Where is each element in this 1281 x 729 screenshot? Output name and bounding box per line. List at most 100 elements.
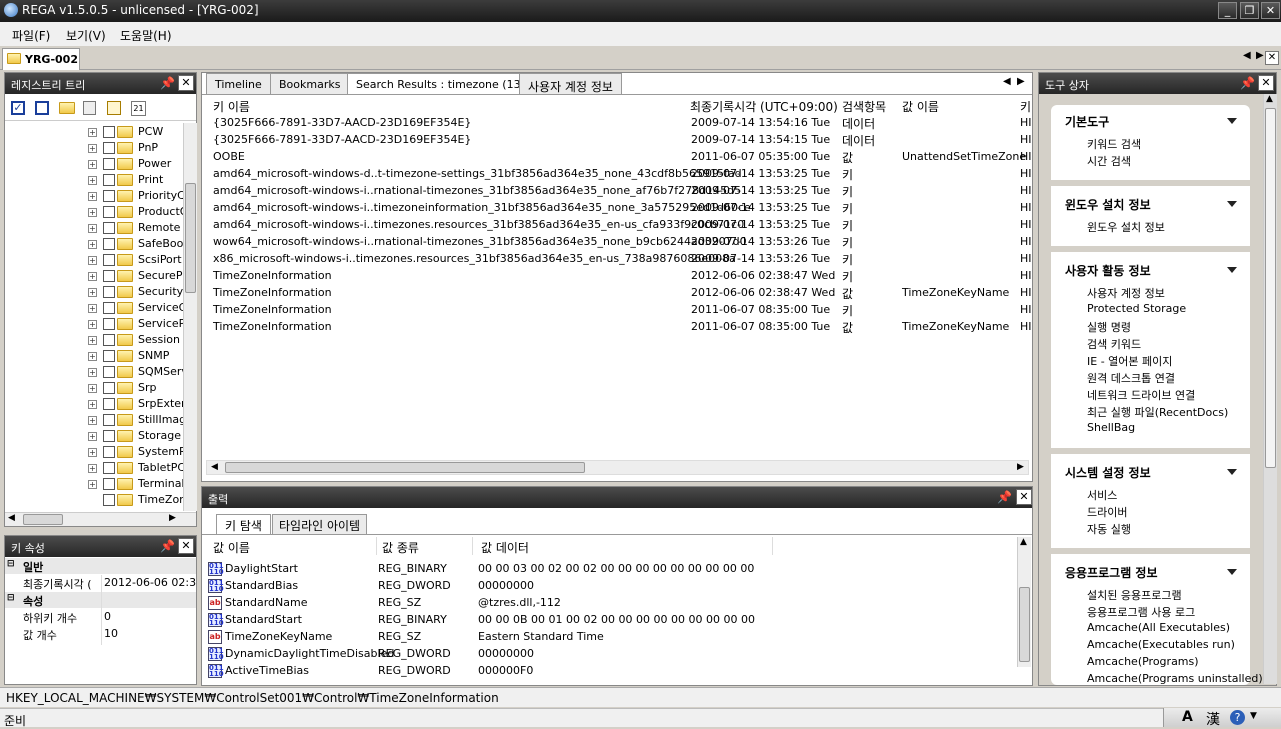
- tree-node[interactable]: + ProductO: [5, 204, 183, 220]
- expand-icon[interactable]: +: [88, 480, 97, 489]
- result-row[interactable]: TimeZoneInformation 2011-06-07 08:35:00 T…: [213, 318, 1032, 335]
- minimize-button[interactable]: _: [1218, 2, 1237, 19]
- toolbox-item[interactable]: 키워드 검색: [1087, 136, 1141, 152]
- tree-checkbox[interactable]: [103, 302, 115, 314]
- toolbox-item[interactable]: 자동 실행: [1087, 521, 1131, 537]
- open-folder-icon[interactable]: [59, 102, 75, 114]
- maximize-button[interactable]: ❐: [1240, 2, 1259, 19]
- ime-mode[interactable]: A: [1182, 709, 1193, 725]
- col-value-name[interactable]: 값 이름: [902, 98, 939, 115]
- toolbox-scroll-thumb[interactable]: [1265, 108, 1276, 468]
- output-scroll-thumb[interactable]: [1019, 587, 1030, 662]
- result-row[interactable]: {3025F666-7891-33D7-AACD-23D169EF354E} 20…: [213, 131, 1032, 148]
- tree-node[interactable]: + SecurePi: [5, 268, 183, 284]
- toolbox-item[interactable]: 시간 검색: [1087, 153, 1131, 169]
- tree-checkbox[interactable]: [103, 206, 115, 218]
- col-value-name[interactable]: 값 이름: [213, 539, 250, 556]
- menu-file[interactable]: 파일(F): [12, 27, 50, 44]
- value-row[interactable]: ab StandardName REG_SZ @tzres.dll,-112: [206, 594, 1014, 611]
- toolbox-item[interactable]: 최근 실행 파일(RecentDocs): [1087, 404, 1228, 420]
- toolbox-section-title[interactable]: 사용자 활동 정보: [1065, 262, 1151, 279]
- tree-checkbox[interactable]: [103, 238, 115, 250]
- tab-timeline[interactable]: Timeline: [206, 73, 271, 94]
- toolbox-item[interactable]: 서비스: [1087, 487, 1117, 503]
- expand-icon[interactable]: +: [88, 416, 97, 425]
- tree-node[interactable]: + SystemR: [5, 444, 183, 460]
- collapse-icon[interactable]: ⊟: [7, 593, 15, 603]
- tree-node[interactable]: + Storage: [5, 428, 183, 444]
- expand-icon[interactable]: +: [88, 384, 97, 393]
- expand-icon[interactable]: +: [88, 160, 97, 169]
- panel-close-button[interactable]: ✕: [1258, 75, 1274, 91]
- toolbox-item[interactable]: 사용자 계정 정보: [1087, 285, 1165, 301]
- panel-close-button[interactable]: ✕: [178, 538, 194, 554]
- result-row[interactable]: x86_microsoft-windows-i..timezones.resou…: [213, 250, 1032, 267]
- prop-group-general[interactable]: ⊟ 일반: [5, 558, 196, 574]
- tree-node[interactable]: + ServiceP: [5, 316, 183, 332]
- tree-node[interactable]: + PnP: [5, 140, 183, 156]
- tree-checkbox[interactable]: [103, 158, 115, 170]
- tab-bookmarks[interactable]: Bookmarks: [270, 73, 350, 94]
- toolbox-item[interactable]: IE - 열어본 페이지: [1087, 353, 1172, 369]
- edit-note-icon[interactable]: [107, 101, 121, 115]
- value-row[interactable]: 011 110 DynamicDaylightTimeDisabled REG_DWO…: [206, 645, 1014, 662]
- tree-node[interactable]: + ServiceG: [5, 300, 183, 316]
- expand-icon[interactable]: +: [88, 352, 97, 361]
- tree-checkbox[interactable]: [103, 414, 115, 426]
- menu-help[interactable]: 도움말(H): [120, 27, 172, 44]
- tree-scroll-thumb[interactable]: [185, 183, 196, 293]
- menu-view[interactable]: 보기(V): [66, 27, 106, 44]
- tree-node[interactable]: + Terminal: [5, 476, 183, 492]
- expand-icon[interactable]: +: [88, 192, 97, 201]
- scroll-up-icon[interactable]: ▲: [1020, 537, 1027, 547]
- tree-checkbox[interactable]: [103, 494, 115, 506]
- toolbox-item[interactable]: 설치된 응용프로그램: [1087, 587, 1182, 603]
- pin-icon[interactable]: 📌: [997, 490, 1012, 505]
- toolbox-item[interactable]: Amcache(Programs): [1087, 655, 1199, 668]
- collapse-icon[interactable]: ⊟: [7, 559, 15, 569]
- result-row[interactable]: amd64_microsoft-windows-i..rnational-tim…: [213, 182, 1032, 199]
- results-hscroll-thumb[interactable]: [225, 462, 585, 473]
- collapse-arrow-icon[interactable]: [1227, 118, 1237, 124]
- collapse-arrow-icon[interactable]: [1227, 267, 1237, 273]
- value-row[interactable]: ab TimeZoneKeyName REG_SZ Eastern Standard …: [206, 628, 1014, 645]
- expand-icon[interactable]: +: [88, 208, 97, 217]
- tree-checkbox[interactable]: [103, 398, 115, 410]
- tree-node[interactable]: + ScsiPort: [5, 252, 183, 268]
- toolbox-item[interactable]: ShellBag: [1087, 421, 1135, 434]
- col-search-item[interactable]: 검색항목: [842, 98, 886, 115]
- tree-checkbox[interactable]: [103, 254, 115, 266]
- copy-icon[interactable]: [83, 101, 96, 115]
- result-row[interactable]: TimeZoneInformation 2012-06-06 02:38:47 W…: [213, 267, 1032, 284]
- tree-checkbox[interactable]: [103, 270, 115, 282]
- tree-checkbox[interactable]: [103, 286, 115, 298]
- panel-close-button[interactable]: ✕: [178, 75, 194, 91]
- result-row[interactable]: {3025F666-7891-33D7-AACD-23D169EF354E} 20…: [213, 114, 1032, 131]
- tab-key-explore[interactable]: 키 탐색: [216, 514, 271, 535]
- result-row[interactable]: amd64_microsoft-windows-d..t-timezone-se…: [213, 165, 1032, 182]
- tree-node[interactable]: + TabletPC: [5, 460, 183, 476]
- tree-checkbox[interactable]: [103, 382, 115, 394]
- tree-hscroll-thumb[interactable]: [23, 514, 63, 525]
- tree-horizontal-scrollbar[interactable]: ◀ ▶: [5, 512, 196, 526]
- tree-checkbox[interactable]: [103, 126, 115, 138]
- tree-node[interactable]: + Srp: [5, 380, 183, 396]
- pin-icon[interactable]: 📌: [160, 76, 175, 91]
- toolbox-item[interactable]: 윈도우 설치 정보: [1087, 219, 1165, 235]
- expand-icon[interactable]: +: [88, 176, 97, 185]
- expand-icon[interactable]: +: [88, 304, 97, 313]
- result-row[interactable]: wow64_microsoft-windows-i..rnational-tim…: [213, 233, 1032, 250]
- tree-node[interactable]: + PCW: [5, 124, 183, 140]
- toolbox-section-title[interactable]: 기본도구: [1065, 113, 1109, 130]
- expand-icon[interactable]: +: [88, 368, 97, 377]
- tree-node[interactable]: + Remote: [5, 220, 183, 236]
- toolbox-item[interactable]: 실행 명령: [1087, 319, 1131, 335]
- col-last-write[interactable]: 최종기록시각 (UTC+09:00): [690, 98, 838, 115]
- tree-node[interactable]: + Power: [5, 156, 183, 172]
- value-row[interactable]: 011 110 StandardBias REG_DWORD 00000000: [206, 577, 1014, 594]
- tree-node[interactable]: + Session I: [5, 332, 183, 348]
- value-row[interactable]: 011 110 StandardStart REG_BINARY 00 00 0B 00…: [206, 611, 1014, 628]
- expand-icon[interactable]: +: [88, 128, 97, 137]
- result-row[interactable]: amd64_microsoft-windows-i..timezoneinfor…: [213, 199, 1032, 216]
- panel-close-button[interactable]: ✕: [1016, 489, 1032, 505]
